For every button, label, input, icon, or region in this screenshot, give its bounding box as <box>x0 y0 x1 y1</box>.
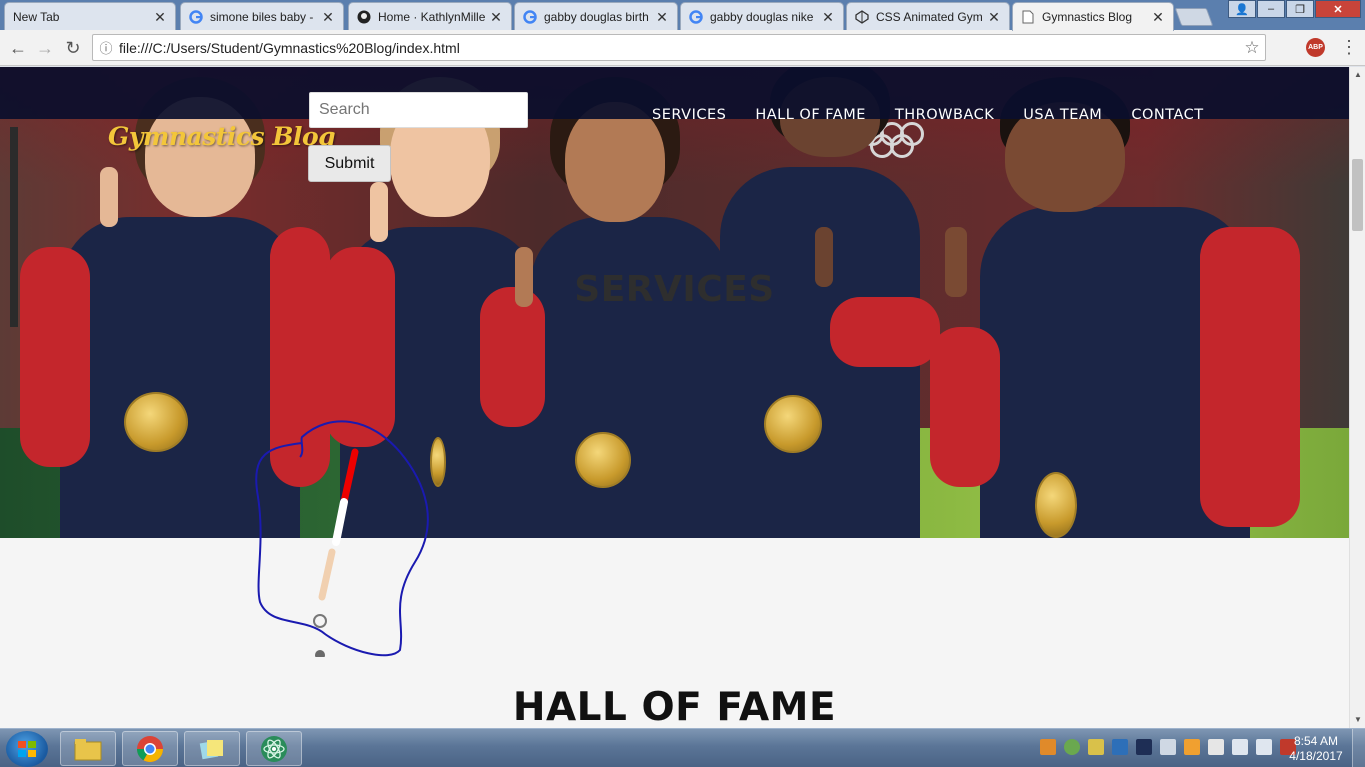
close-window-button[interactable]: ✕ <box>1315 0 1361 18</box>
nav-throwback[interactable]: THROWBACK <box>895 107 994 123</box>
close-tab-icon[interactable]: ✕ <box>655 10 669 24</box>
tray-app-icon[interactable] <box>1064 739 1080 755</box>
tab-title: gabby douglas nike <box>710 9 814 24</box>
browser-toolbar: ← → ↻ ⓘ file:///C:/Users/Student/Gymnast… <box>0 30 1365 66</box>
page-viewport: Gymnastics Blog Submit SERVICES HALL OF … <box>0 67 1349 728</box>
network-icon[interactable] <box>1256 739 1272 755</box>
tray-app-icon[interactable] <box>1184 739 1200 755</box>
new-tab-button[interactable] <box>1174 8 1214 26</box>
address-bar[interactable]: ⓘ file:///C:/Users/Student/Gymnastics%20… <box>92 34 1266 61</box>
main-nav: SERVICES HALL OF FAME THROWBACK USA TEAM… <box>652 107 1233 123</box>
page-scrollbar[interactable]: ▲ ▼ <box>1349 67 1365 728</box>
tray-app-icon[interactable] <box>1136 739 1152 755</box>
address-url: file:///C:/Users/Student/Gymnastics%20Bl… <box>119 39 460 56</box>
google-icon <box>689 9 703 24</box>
tab-github[interactable]: Home · KathlynMille ✕ <box>348 2 512 30</box>
nav-hall-of-fame[interactable]: HALL OF FAME <box>755 107 866 123</box>
tab-gymnastics-blog[interactable]: Gymnastics Blog ✕ <box>1012 2 1174 31</box>
scroll-up-icon[interactable]: ▲ <box>1350 67 1365 83</box>
site-logo[interactable]: Gymnastics Blog <box>108 122 336 151</box>
tab-title: Gymnastics Blog <box>1042 10 1133 24</box>
minimize-button[interactable]: ‒ <box>1257 0 1285 18</box>
windows-logo-icon <box>18 741 36 757</box>
chrome-icon[interactable] <box>122 731 178 766</box>
sticky-notes-icon[interactable] <box>184 731 240 766</box>
github-icon <box>357 10 371 24</box>
tab-codepen[interactable]: CSS Animated Gym ✕ <box>846 2 1010 30</box>
bookmark-star-icon[interactable]: ☆ <box>1239 38 1265 58</box>
bluetooth-icon[interactable] <box>1112 739 1128 755</box>
tab-title: CSS Animated Gym <box>876 9 983 24</box>
nav-contact[interactable]: CONTACT <box>1131 107 1203 123</box>
close-tab-icon[interactable]: ✕ <box>1151 10 1165 24</box>
tray-app-icon[interactable] <box>1160 739 1176 755</box>
scroll-thumb[interactable] <box>1352 159 1363 231</box>
clock-date: 4/18/2017 <box>1289 749 1343 763</box>
tab-new-tab[interactable]: New Tab ✕ <box>4 2 176 30</box>
tab-gabby-nike[interactable]: gabby douglas nike ✕ <box>680 2 844 30</box>
nav-services[interactable]: SERVICES <box>652 107 726 123</box>
gymnast-photo <box>720 67 950 538</box>
tray-app-icon[interactable] <box>1040 739 1056 755</box>
volume-icon[interactable] <box>1232 739 1248 755</box>
window-controls: 👤 ‒ ❐ ✕ <box>1227 0 1361 18</box>
close-tab-icon[interactable]: ✕ <box>489 10 503 24</box>
info-icon[interactable]: ⓘ <box>93 38 119 57</box>
google-icon <box>189 9 203 24</box>
page-icon <box>1021 10 1035 24</box>
tab-title: Home · KathlynMille <box>378 9 486 24</box>
search-input[interactable] <box>309 92 528 128</box>
gymnast-photo <box>930 77 1320 538</box>
tab-strip: New Tab ✕ simone biles baby - ✕ Home · K… <box>0 0 1365 31</box>
taskbar-clock[interactable]: 8:54 AM 4/18/2017 <box>1286 734 1346 764</box>
atom-icon[interactable] <box>246 731 302 766</box>
nav-usa-team[interactable]: USA TEAM <box>1023 107 1102 123</box>
user-icon[interactable]: 👤 <box>1228 0 1256 18</box>
clock-time: 8:54 AM <box>1293 734 1339 748</box>
menu-icon[interactable]: ⋮ <box>1340 36 1358 60</box>
windows-taskbar: 8:54 AM 4/18/2017 <box>0 728 1365 767</box>
close-tab-icon[interactable]: ✕ <box>153 10 167 24</box>
hall-of-fame-heading: HALL OF FAME <box>512 685 837 728</box>
reload-icon[interactable]: ↻ <box>61 36 85 60</box>
back-arrow-icon[interactable]: ← <box>6 36 30 60</box>
codepen-icon <box>855 9 869 24</box>
gymnast-photo <box>480 77 740 538</box>
explorer-icon[interactable] <box>60 731 116 766</box>
close-tab-icon[interactable]: ✕ <box>821 10 835 24</box>
google-icon <box>523 9 537 24</box>
gymnast-drawing <box>255 420 429 657</box>
maximize-button[interactable]: ❐ <box>1286 0 1314 18</box>
tray-app-icon[interactable] <box>1088 739 1104 755</box>
tab-title: simone biles baby - <box>210 9 314 24</box>
scroll-down-icon[interactable]: ▼ <box>1350 712 1365 728</box>
show-desktop-button[interactable] <box>1352 729 1365 767</box>
submit-button[interactable]: Submit <box>308 145 391 182</box>
services-heading: SERVICES <box>574 269 775 310</box>
power-icon[interactable] <box>1208 739 1224 755</box>
adblock-icon[interactable]: ABP <box>1306 38 1325 57</box>
tab-title: New Tab <box>13 9 60 24</box>
tab-gabby-birth[interactable]: gabby douglas birth ✕ <box>514 2 678 30</box>
tab-title: gabby douglas birth <box>544 9 649 24</box>
tab-simone-biles[interactable]: simone biles baby - ✕ <box>180 2 344 30</box>
system-tray <box>1040 739 1304 755</box>
start-button[interactable] <box>6 731 48 767</box>
forward-arrow-icon[interactable]: → <box>33 36 57 60</box>
close-tab-icon[interactable]: ✕ <box>987 10 1001 24</box>
close-tab-icon[interactable]: ✕ <box>321 10 335 24</box>
